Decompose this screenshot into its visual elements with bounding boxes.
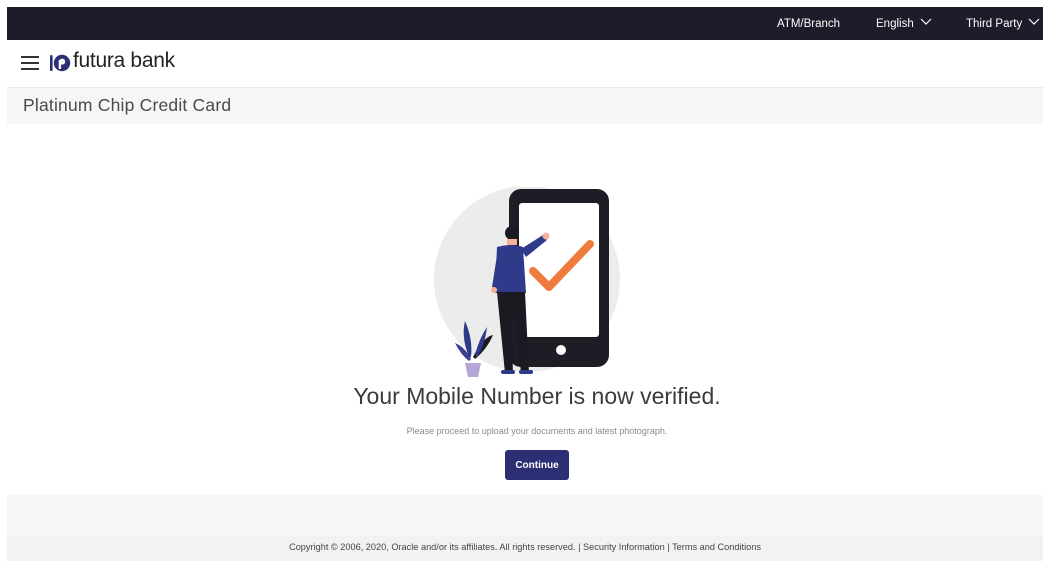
app-frame: ATM/Branch English Third Party futura ba… — [7, 7, 1043, 561]
atm-branch-link[interactable]: ATM/Branch — [777, 7, 840, 40]
top-utility-bar: ATM/Branch English Third Party — [7, 7, 1043, 40]
third-party-label: Third Party — [966, 18, 1023, 30]
language-selector[interactable]: English — [876, 7, 932, 40]
page-title-bar: Platinum Chip Credit Card — [7, 88, 1043, 124]
chevron-down-icon — [1028, 19, 1040, 26]
hamburger-menu-icon[interactable] — [21, 56, 39, 70]
language-label: English — [876, 18, 914, 30]
copyright-text: Copyright © 2006, 2020, Oracle and/or it… — [289, 542, 576, 552]
footer-separator: | — [575, 542, 584, 552]
verification-subtext: Please proceed to upload your documents … — [406, 426, 668, 436]
terms-and-conditions-link[interactable]: Terms and Conditions — [672, 542, 761, 552]
security-information-link[interactable]: Security Information — [583, 542, 665, 552]
main-content: Your Mobile Number is now verified. Plea… — [7, 124, 1043, 495]
third-party-selector[interactable]: Third Party — [966, 7, 1040, 40]
page-footer: Copyright © 2006, 2020, Oracle and/or it… — [7, 535, 1043, 561]
chevron-down-icon — [920, 19, 932, 26]
futura-logo-icon — [50, 54, 71, 72]
page-title: Platinum Chip Credit Card — [23, 95, 232, 115]
brand-name[interactable]: futura bank — [73, 49, 175, 73]
content-footer-gap — [7, 495, 1043, 535]
footer-separator: | — [664, 542, 673, 552]
verification-heading: Your Mobile Number is now verified. — [353, 383, 721, 409]
verified-phone-illustration — [434, 187, 620, 377]
continue-button[interactable]: Continue — [505, 450, 569, 480]
app-header: futura bank — [7, 40, 1043, 88]
